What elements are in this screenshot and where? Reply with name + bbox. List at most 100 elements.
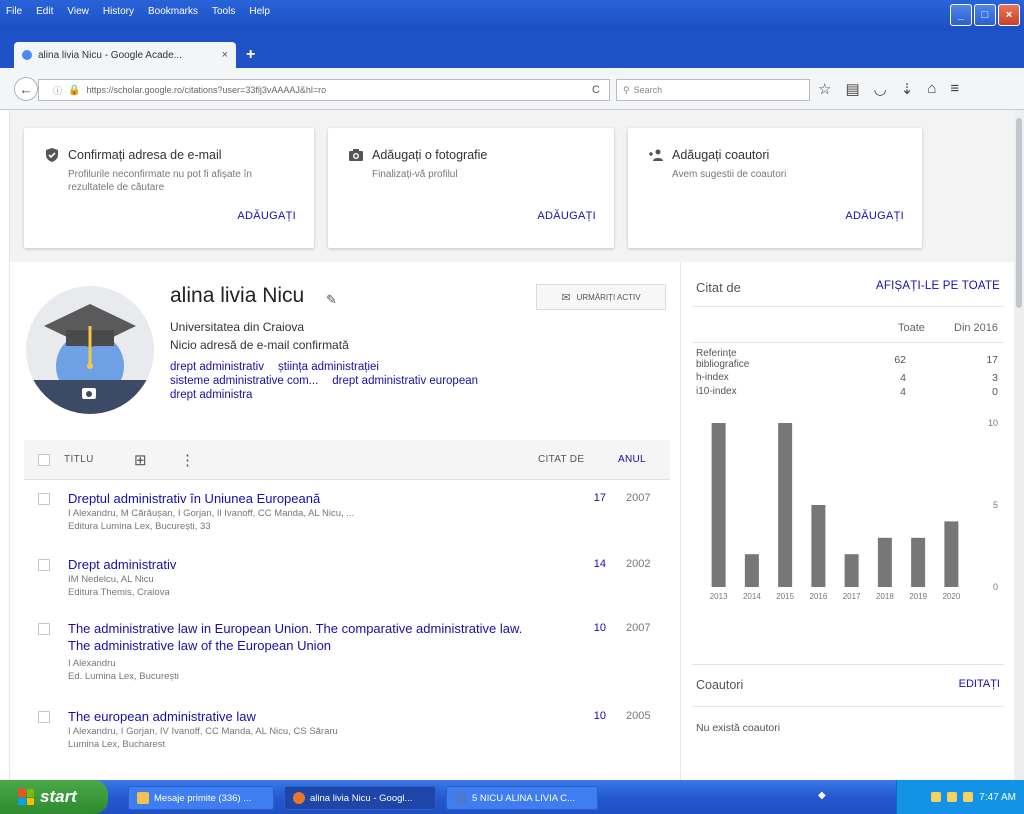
tab-close-icon[interactable]: × (222, 49, 228, 61)
bar-2019[interactable] (911, 537, 926, 587)
minimize-icon[interactable]: _ (950, 4, 972, 26)
follow-button[interactable]: ✉ URMĂRIȚI ACTIV (536, 284, 666, 310)
tray-volume-icon[interactable] (947, 792, 958, 802)
profile-affiliation: Universitatea din Craiova (170, 320, 305, 334)
cited-count[interactable]: 14 (582, 558, 606, 570)
interest-link[interactable]: drept administrativ european (332, 375, 478, 387)
pencil-edit-icon[interactable]: ✎ (326, 292, 337, 308)
bar-2017[interactable] (844, 554, 859, 587)
row-checkbox[interactable] (38, 623, 50, 635)
tray-network-icon[interactable] (931, 792, 942, 802)
row-checkbox[interactable] (38, 559, 50, 571)
interest-link[interactable]: sisteme administrative com... (170, 375, 318, 387)
taskbar-item-firefox[interactable]: alina livia Nicu - Googl... (284, 786, 436, 810)
word-document-icon (455, 792, 467, 804)
add-coauthors-button[interactable]: ADĂUGAȚI (845, 210, 904, 222)
card-confirm-email: Confirmați adresa de e-mail Profilurile … (24, 128, 314, 248)
menu-view[interactable]: View (67, 6, 89, 17)
publication-title[interactable]: The european administrative law (68, 708, 528, 725)
tray-security-icon[interactable] (963, 792, 974, 802)
y-tick-label: 10 (988, 418, 998, 428)
select-all-checkbox[interactable] (38, 454, 50, 466)
url-text[interactable]: https://scholar.google.ro/citations?user… (86, 85, 577, 95)
interest-link[interactable]: drept administra (170, 389, 252, 401)
search-icon: ⚲ (623, 84, 630, 95)
shield-check-icon (46, 148, 58, 162)
publication-title[interactable]: Drept administrativ (68, 556, 528, 573)
info-icon[interactable]: ⓘ (53, 84, 62, 97)
url-bar[interactable]: ⓘ 🔒 https://scholar.google.ro/citations?… (38, 79, 610, 101)
publication-venue: Lumina Lex, Bucharest (68, 739, 166, 750)
row-checkbox[interactable] (38, 493, 50, 505)
taskbar-item-mail[interactable]: Mesaje primite (336) ... (128, 786, 274, 810)
x-tick-label: 2016 (809, 592, 827, 601)
firefox-icon (293, 792, 305, 804)
scrollbar-thumb[interactable] (1016, 118, 1022, 308)
publication-year: 2005 (626, 710, 651, 722)
sort-cited-header[interactable]: CITAT DE (538, 454, 584, 465)
cited-count[interactable]: 10 (582, 710, 606, 722)
bar-2020[interactable] (944, 521, 959, 587)
bar-2018[interactable] (877, 537, 892, 587)
browser-tab[interactable]: alina livia Nicu - Google Acade... × (14, 42, 236, 68)
publication-venue: Editura Themis, Craiova (68, 587, 170, 598)
page-content: Confirmați adresa de e-mail Profilurile … (10, 110, 1014, 780)
home-icon[interactable]: ⌂ (927, 80, 936, 98)
interest-link[interactable]: drept administrativ (170, 361, 264, 373)
card-add-coauthors: Adăugați coautori Avem sugestii de coaut… (628, 128, 922, 248)
sort-year-header[interactable]: ANUL (618, 454, 646, 465)
cited-count[interactable]: 10 (582, 622, 606, 634)
bar-2014[interactable] (744, 554, 759, 587)
profile-email-status: Nicio adresă de e-mail confirmată (170, 338, 349, 352)
menu-edit[interactable]: Edit (36, 6, 53, 17)
bookmarks-list-icon[interactable]: ▤ (845, 80, 859, 98)
windows-flag-icon (18, 789, 34, 805)
back-arrow-icon[interactable]: ← (14, 77, 38, 101)
edit-coauthors-link[interactable]: EDITAȚI (959, 678, 1000, 690)
menu-history[interactable]: History (103, 6, 134, 17)
cited-count[interactable]: 17 (582, 492, 606, 504)
publications-table: TITLU ⊞ ⋮ CITAT DE ANUL Dreptul administ… (24, 440, 670, 764)
stat-hindex-all: 4 (900, 372, 906, 384)
add-email-button[interactable]: ADĂUGAȚI (237, 210, 296, 222)
publication-title[interactable]: The administrative law in European Union… (68, 620, 528, 654)
no-coauthors-text: Nu există coautori (696, 722, 781, 734)
add-photo-button[interactable]: ADĂUGAȚI (537, 210, 596, 222)
start-button[interactable]: start (0, 780, 108, 814)
menu-help[interactable]: Help (249, 6, 270, 17)
pocket-icon[interactable]: ◡ (874, 80, 887, 98)
divider (692, 306, 1004, 307)
reload-icon[interactable]: C (583, 84, 609, 96)
menu-file[interactable]: File (6, 6, 22, 17)
card-add-photo: Adăugați o fotografie Finalizați-vă prof… (328, 128, 614, 248)
maximize-icon[interactable]: □ (974, 4, 996, 26)
vertical-scrollbar[interactable] (1014, 110, 1024, 780)
table-row: The european administrative law I Alexan… (24, 704, 670, 764)
more-vert-icon[interactable]: ⋮ (180, 451, 195, 469)
new-tab-button[interactable]: + (246, 46, 255, 64)
row-checkbox[interactable] (38, 711, 50, 723)
x-tick-label: 2018 (876, 592, 894, 601)
avatar[interactable] (26, 286, 154, 414)
sort-title-header[interactable]: TITLU (64, 454, 94, 465)
language-indicator-icon[interactable]: ◆ (818, 790, 826, 801)
bookmark-star-icon[interactable]: ☆ (818, 80, 831, 98)
interest-link[interactable]: știința administrației (278, 361, 379, 373)
bar-2016[interactable] (811, 505, 826, 587)
view-all-link[interactable]: AFIȘAȚI-LE PE TOATE (876, 280, 1000, 292)
profile-name: alina livia Nicu (170, 284, 305, 307)
y-tick-label: 5 (993, 500, 998, 510)
bar-2015[interactable] (778, 423, 793, 587)
hamburger-menu-icon[interactable]: ≡ (950, 80, 959, 98)
publication-title[interactable]: Dreptul administrativ în Uniunea Europea… (68, 490, 528, 507)
coauthors-heading: Coautori (696, 678, 744, 692)
close-window-icon[interactable]: × (998, 4, 1020, 26)
menu-bookmarks[interactable]: Bookmarks (148, 6, 198, 17)
add-article-icon[interactable]: ⊞ (134, 451, 147, 469)
menu-tools[interactable]: Tools (212, 6, 235, 17)
suggestion-cards: Confirmați adresa de e-mail Profilurile … (10, 110, 1014, 262)
download-icon[interactable]: ⇣ (901, 80, 914, 98)
taskbar-item-word[interactable]: 5 NICU ALINA LIVIA C... (446, 786, 598, 810)
bar-2013[interactable] (711, 423, 726, 587)
search-bar[interactable]: ⚲ Search (616, 79, 810, 101)
